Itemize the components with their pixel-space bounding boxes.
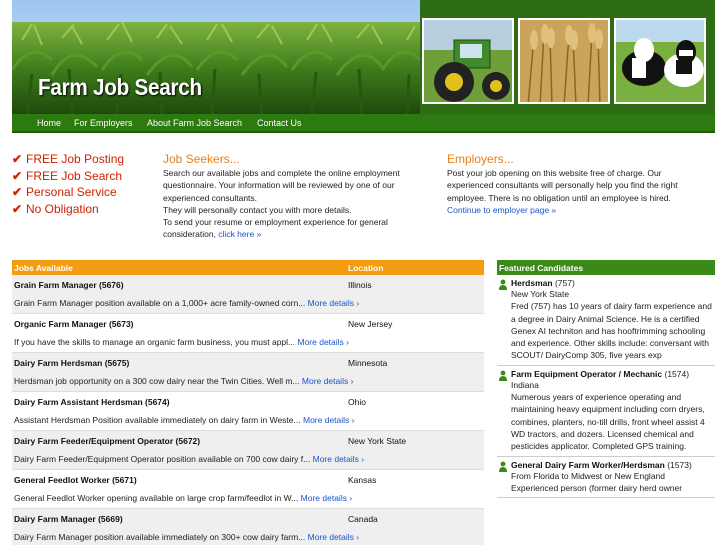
candidate-number: (1574) — [662, 368, 690, 379]
job-title[interactable]: Grain Farm Manager (5676) — [14, 280, 124, 290]
cows-photo — [614, 18, 706, 104]
resume-click-here-link[interactable]: click here » — [218, 229, 261, 239]
job-row[interactable]: Dairy Farm Assistant Herdsman (5674) Ohi… — [12, 392, 484, 431]
nav-contact[interactable]: Contact Us — [257, 118, 302, 128]
header-photo-strip — [420, 0, 715, 114]
candidate-number: (757) — [552, 278, 575, 288]
location-column-header: Location — [348, 263, 384, 273]
job-row[interactable]: Organic Farm Manager (5673) New Jersey I… — [12, 314, 484, 353]
job-description: Dairy Farm Manager position available im… — [14, 532, 360, 542]
candidate-summary: Indiana Numerous years of experience ope… — [511, 379, 705, 452]
job-seekers-text: Search our available jobs and complete t… — [163, 168, 400, 240]
job-row[interactable]: Dairy Farm Feeder/Equipment Operator (56… — [12, 431, 484, 470]
checkmark-icon: ✔ — [12, 168, 23, 183]
tractor-photo — [422, 18, 514, 104]
jobs-column-header: Jobs Available — [14, 263, 73, 273]
site-header: Farm Job Search — [12, 0, 715, 114]
job-location: Illinois — [348, 280, 372, 290]
feature-item: ✔ FREE Job Search — [12, 168, 123, 183]
job-location: Canada — [348, 514, 378, 524]
more-details-link[interactable]: More details › — [308, 298, 360, 308]
job-description: General Feedlot Worker opening available… — [14, 493, 353, 503]
nav-for-employers[interactable]: For Employers — [74, 118, 133, 128]
job-title[interactable]: Dairy Farm Herdsman (5675) — [14, 358, 129, 368]
feature-item: ✔ Personal Service — [12, 185, 117, 199]
site-logo-text[interactable]: Farm Job Search — [38, 74, 202, 101]
feature-list: ✔ FREE Job Posting ✔ FREE Job Search ✔ Pers… — [12, 152, 152, 218]
person-icon — [499, 370, 507, 381]
candidate-item[interactable]: Farm Equipment Operator / Mechanic (1574… — [497, 366, 715, 457]
job-description: If you have the skills to manage an orga… — [14, 337, 349, 347]
job-location: New York State — [348, 436, 407, 446]
more-details-link[interactable]: More details › — [301, 493, 353, 503]
nav-home[interactable]: Home — [37, 118, 61, 128]
job-description: Assistant Herdsman Position available im… — [14, 415, 355, 425]
job-title[interactable]: Organic Farm Manager (5673) — [14, 319, 134, 329]
jobs-table-header: Jobs Available Location — [12, 260, 484, 275]
job-location: New Jersey — [348, 319, 393, 329]
job-row[interactable]: General Feedlot Worker (5671) Kansas Gen… — [12, 470, 484, 509]
employers-text: Post your job opening on this website fr… — [447, 168, 678, 215]
job-row[interactable]: Grain Farm Manager (5676) Illinois Grain… — [12, 275, 484, 314]
candidate-item[interactable]: General Dairy Farm Worker/Herdsman (1573… — [497, 457, 715, 499]
employers-section: Employers... Post your job opening on th… — [447, 152, 709, 216]
job-title[interactable]: General Feedlot Worker (5671) — [14, 475, 137, 485]
feature-item: ✔ FREE Job Posting — [12, 152, 125, 166]
job-location: Minnesota — [348, 358, 388, 368]
employer-page-link[interactable]: Continue to employer page » — [447, 205, 556, 215]
person-icon — [499, 461, 507, 472]
candidate-role[interactable]: General Dairy Farm Worker/Herdsman — [511, 460, 665, 470]
checkmark-icon: ✔ — [12, 201, 23, 216]
candidate-item[interactable]: Herdsman (757) New York State Fred (757)… — [497, 275, 715, 366]
featured-candidates: Featured Candidates Herdsman (757) New Y… — [497, 260, 715, 499]
checkmark-icon: ✔ — [12, 185, 23, 199]
job-location: Kansas — [348, 475, 377, 485]
employers-heading: Employers... — [447, 152, 514, 166]
job-row[interactable]: Dairy Farm Manager (5669) Canada Dairy F… — [12, 509, 484, 545]
person-icon — [499, 279, 507, 290]
job-description: Dairy Farm Feeder/Equipment Operator pos… — [14, 454, 365, 464]
main-nav: Home For Employers About Farm Job Search… — [12, 114, 715, 133]
checkmark-icon: ✔ — [12, 152, 23, 166]
job-title[interactable]: Dairy Farm Assistant Herdsman (5674) — [14, 397, 170, 407]
job-location: Ohio — [348, 397, 366, 407]
feature-item: ✔ No Obligation — [12, 201, 99, 216]
wheat-photo — [518, 18, 610, 104]
job-title[interactable]: Dairy Farm Manager (5669) — [14, 514, 123, 524]
job-row[interactable]: Dairy Farm Herdsman (5675) Minnesota Her… — [12, 353, 484, 392]
job-seekers-section: Job Seekers... Search our available jobs… — [163, 152, 425, 241]
more-details-link[interactable]: More details › — [298, 337, 350, 347]
candidate-role[interactable]: Herdsman — [511, 278, 553, 288]
candidate-summary: New York State Fred (757) has 10 years o… — [511, 289, 712, 361]
candidate-role[interactable]: Farm Equipment Operator / Mechanic — [511, 369, 662, 379]
more-details-link[interactable]: More details › — [308, 532, 360, 542]
jobs-table: Jobs Available Location Grain Farm Manag… — [12, 260, 484, 545]
more-details-link[interactable]: More details › — [302, 376, 354, 386]
job-seekers-heading: Job Seekers... — [163, 152, 240, 166]
nav-about[interactable]: About Farm Job Search — [147, 118, 242, 128]
candidate-summary: From Florida to Midwest or New England E… — [511, 470, 683, 493]
job-description: Herdsman job opportunity on a 300 cow da… — [14, 376, 354, 386]
candidate-number: (1573) — [664, 459, 692, 470]
featured-candidates-header: Featured Candidates — [497, 260, 715, 275]
job-description: Grain Farm Manager position available on… — [14, 298, 360, 308]
job-title[interactable]: Dairy Farm Feeder/Equipment Operator (56… — [14, 436, 200, 446]
more-details-link[interactable]: More details › — [313, 454, 365, 464]
more-details-link[interactable]: More details › — [303, 415, 355, 425]
